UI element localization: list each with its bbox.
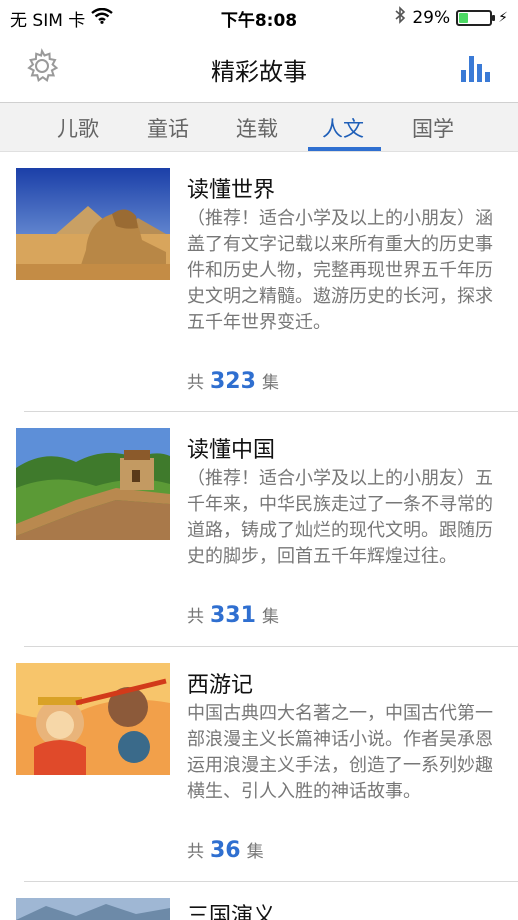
bar-chart-icon[interactable] <box>460 50 492 82</box>
count-prefix: 共 <box>187 373 204 393</box>
episode-count: 共 36 集 <box>187 837 264 863</box>
list-item[interactable]: 读懂中国 （推荐！适合小学及以上的小朋友）五千年来，中华民族走过了一条不寻常的道… <box>0 412 518 648</box>
category-tabs: 儿歌 童话 连载 人文 国学 <box>0 103 518 152</box>
navigation-bar: 精彩故事 <box>0 34 518 103</box>
story-thumbnail <box>16 663 170 775</box>
story-thumbnail <box>16 898 170 920</box>
tab-fairy-tales[interactable]: 童话 <box>147 113 189 143</box>
list-item[interactable]: 三国演义 <box>0 882 518 920</box>
list-item[interactable]: 西游记 中国古典四大名著之一，中国古代第一部浪漫主义长篇神话小说。作者吴承恩运用… <box>0 647 518 883</box>
episode-count: 共 331 集 <box>187 602 279 628</box>
story-title: 三国演义 <box>187 904 276 920</box>
story-thumbnail <box>16 428 170 540</box>
count-suffix: 集 <box>246 842 264 862</box>
battery-percent: 29% <box>412 7 451 28</box>
battery-fill <box>459 12 469 23</box>
story-description: （推荐！适合小学及以上的小朋友）五千年来，中华民族走过了一条不寻常的道路，铸成了… <box>187 468 493 567</box>
active-tab-indicator <box>308 147 381 151</box>
status-right: 29% ⚡ <box>394 6 508 29</box>
story-description: （推荐！适合小学及以上的小朋友）涵盖了有文字记载以来所有重大的历史事件和历史人物… <box>187 208 493 333</box>
episode-count: 共 323 集 <box>187 368 279 394</box>
story-description: 中国古典四大名著之一，中国古代第一部浪漫主义长篇神话小说。作者吴承恩运用浪漫主义… <box>187 703 493 802</box>
tab-chinese-classics[interactable]: 国学 <box>412 113 454 143</box>
count-number: 331 <box>210 603 256 628</box>
story-title: 读懂中国 <box>187 438 276 463</box>
status-bar: 无 SIM 卡 下午8:08 29% ⚡ <box>0 0 518 34</box>
count-suffix: 集 <box>261 607 279 627</box>
story-title: 读懂世界 <box>187 178 276 203</box>
list-item[interactable]: 读懂世界 （推荐！适合小学及以上的小朋友）涵盖了有文字记载以来所有重大的历史事件… <box>0 152 518 412</box>
bluetooth-icon <box>394 6 406 29</box>
count-suffix: 集 <box>261 373 279 393</box>
count-prefix: 共 <box>187 842 204 862</box>
count-prefix: 共 <box>187 607 204 627</box>
page-title: 精彩故事 <box>211 58 307 86</box>
count-number: 36 <box>210 838 241 863</box>
tab-children-songs[interactable]: 儿歌 <box>57 113 99 143</box>
story-title: 西游记 <box>187 673 254 698</box>
tab-serials[interactable]: 连载 <box>236 113 278 143</box>
tab-humanities[interactable]: 人文 <box>322 113 364 143</box>
count-number: 323 <box>210 369 256 394</box>
battery-icon <box>456 9 496 26</box>
charging-icon: ⚡ <box>498 9 508 26</box>
story-thumbnail <box>16 168 170 280</box>
